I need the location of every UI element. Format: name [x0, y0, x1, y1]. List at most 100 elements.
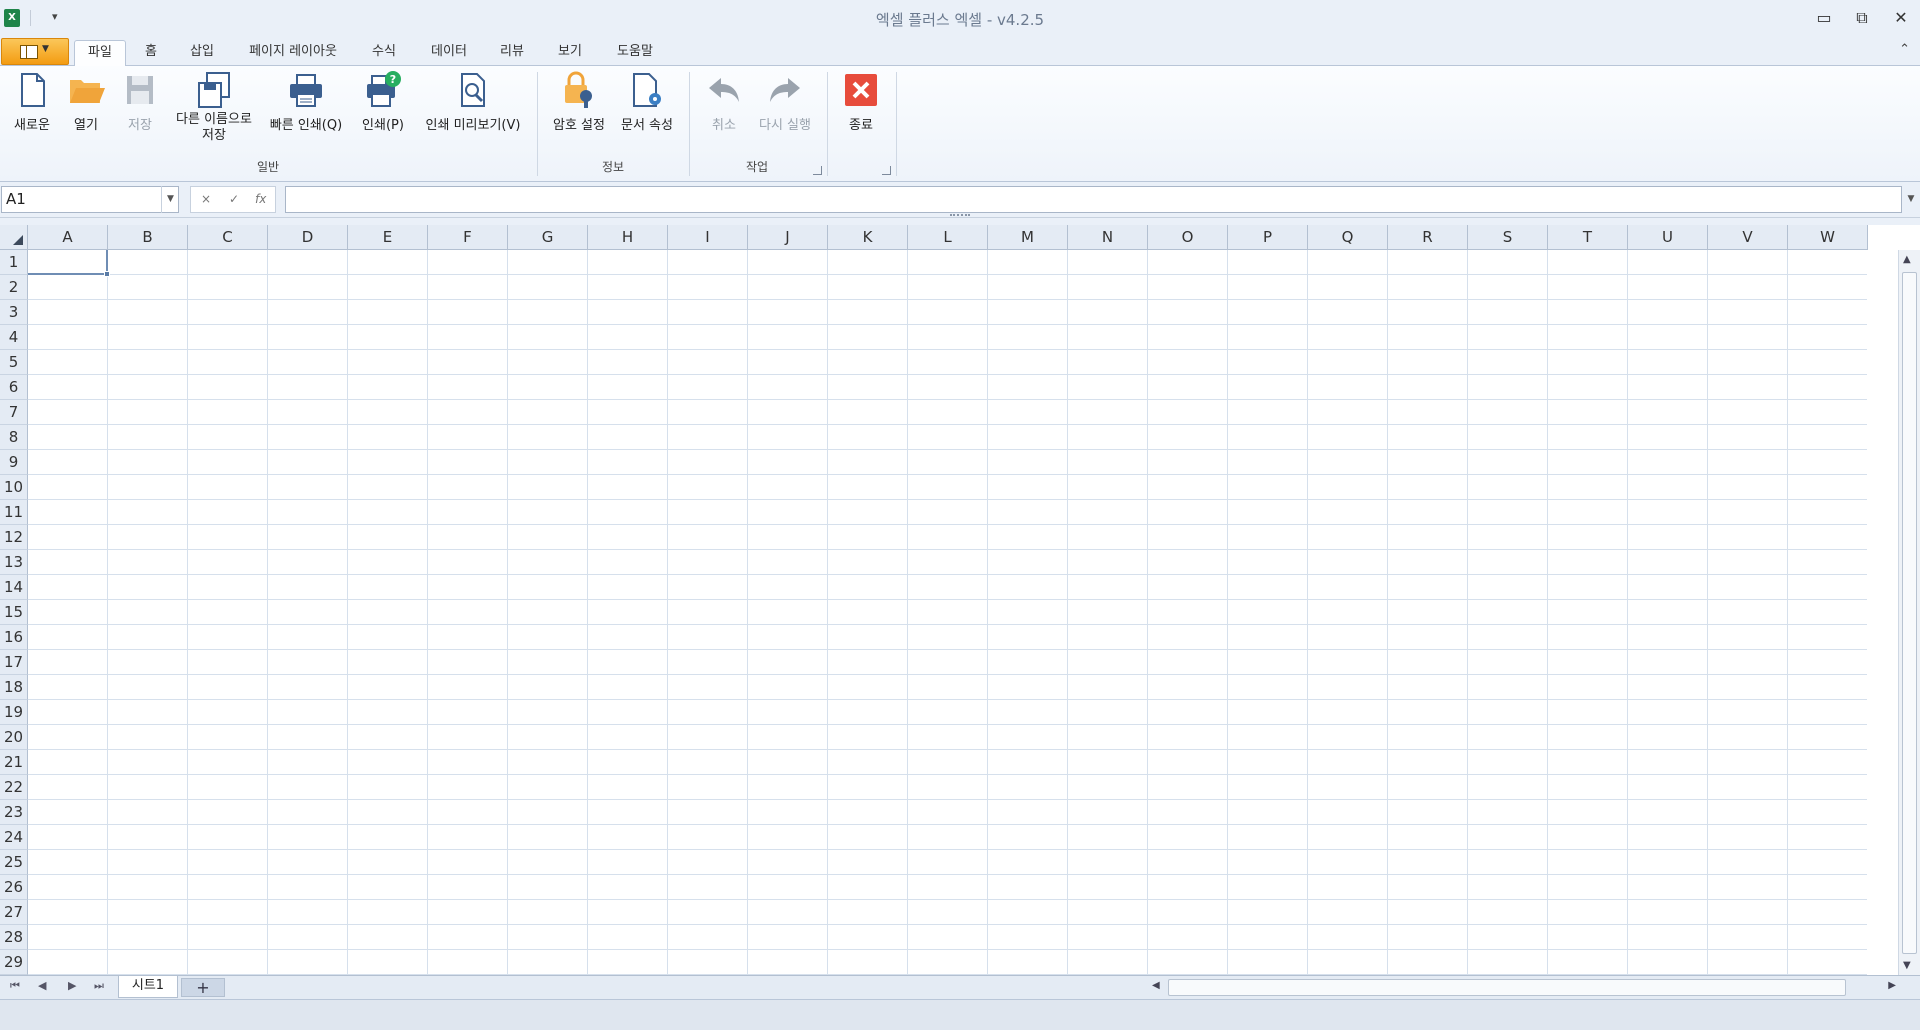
row-header[interactable]: 16 [0, 625, 28, 650]
column-header[interactable]: E [348, 225, 428, 250]
row-header[interactable]: 3 [0, 300, 28, 325]
fill-handle[interactable] [104, 271, 110, 277]
row-header[interactable]: 7 [0, 400, 28, 425]
tab-help[interactable]: 도움말 [610, 40, 660, 66]
vertical-scroll-thumb[interactable] [1902, 272, 1917, 954]
horizontal-scroll-thumb[interactable] [1168, 979, 1846, 996]
row-header[interactable]: 13 [0, 550, 28, 575]
print-preview-button[interactable]: 인쇄 미리보기(V) [418, 70, 528, 133]
vertical-scrollbar[interactable]: ▲ ▼ [1898, 250, 1920, 975]
minimize-button[interactable]: ▭ [1809, 6, 1839, 30]
column-header[interactable]: N [1068, 225, 1148, 250]
row-header[interactable]: 24 [0, 825, 28, 850]
restore-button[interactable]: ⧉ [1847, 6, 1877, 30]
scroll-down-icon[interactable]: ▼ [1903, 960, 1911, 971]
column-header[interactable]: D [268, 225, 348, 250]
tab-page-layout[interactable]: 페이지 레이아웃 [242, 40, 344, 66]
tab-data[interactable]: 데이터 [424, 40, 474, 66]
tab-insert[interactable]: 삽입 [182, 40, 222, 66]
column-header[interactable]: I [668, 225, 748, 250]
row-header[interactable]: 29 [0, 950, 28, 975]
column-header[interactable]: W [1788, 225, 1868, 250]
dialog-launcher-icon[interactable] [882, 166, 891, 175]
row-header[interactable]: 20 [0, 725, 28, 750]
open-button[interactable]: 열기 [64, 70, 108, 133]
column-header[interactable]: Q [1308, 225, 1388, 250]
row-header[interactable]: 2 [0, 275, 28, 300]
redo-button[interactable]: 다시 실행 [752, 70, 818, 133]
sheet-tab[interactable]: 시트1 [118, 976, 178, 998]
row-header[interactable]: 18 [0, 675, 28, 700]
insert-function-icon[interactable]: fx [255, 192, 266, 206]
row-header[interactable]: 9 [0, 450, 28, 475]
scroll-left-icon[interactable]: ◀ [1152, 980, 1160, 991]
scroll-right-icon[interactable]: ▶ [1888, 980, 1896, 991]
set-password-button[interactable]: 암호 설정 [548, 70, 610, 133]
column-header[interactable]: H [588, 225, 668, 250]
column-header[interactable]: L [908, 225, 988, 250]
tab-review[interactable]: 리뷰 [492, 40, 532, 66]
name-box-dropdown-icon[interactable]: ▼ [161, 186, 179, 213]
column-header[interactable]: B [108, 225, 188, 250]
collapse-ribbon-icon[interactable]: ⌃ [1899, 42, 1910, 57]
row-header[interactable]: 15 [0, 600, 28, 625]
select-all-button[interactable] [0, 225, 28, 250]
exit-button[interactable]: 종료 [836, 70, 886, 133]
row-header[interactable]: 25 [0, 850, 28, 875]
tab-file[interactable]: 파일 [74, 40, 126, 67]
row-header[interactable]: 1 [0, 250, 28, 275]
row-header[interactable]: 8 [0, 425, 28, 450]
new-button[interactable]: 새로운 [8, 70, 56, 133]
first-sheet-icon[interactable]: ⏮ [10, 979, 20, 993]
row-header[interactable]: 4 [0, 325, 28, 350]
row-header[interactable]: 12 [0, 525, 28, 550]
scroll-up-icon[interactable]: ▲ [1903, 254, 1911, 265]
application-menu-button[interactable]: ▼ [1, 38, 69, 65]
close-button[interactable]: ✕ [1886, 6, 1916, 30]
prev-sheet-icon[interactable]: ◀ [38, 979, 46, 992]
column-header[interactable]: R [1388, 225, 1468, 250]
column-header[interactable]: J [748, 225, 828, 250]
add-sheet-button[interactable]: + [181, 978, 225, 997]
tab-formulas[interactable]: 수식 [364, 40, 404, 66]
document-properties-button[interactable]: 문서 속성 [616, 70, 678, 133]
next-sheet-icon[interactable]: ▶ [68, 979, 76, 992]
column-header[interactable]: P [1228, 225, 1308, 250]
row-header[interactable]: 11 [0, 500, 28, 525]
quick-print-button[interactable]: 빠른 인쇄(Q) [264, 70, 348, 133]
row-header[interactable]: 21 [0, 750, 28, 775]
row-header[interactable]: 19 [0, 700, 28, 725]
column-header[interactable]: O [1148, 225, 1228, 250]
save-as-button[interactable]: 다른 이름으로 저장 [170, 70, 258, 144]
tab-view[interactable]: 보기 [550, 40, 590, 66]
column-header[interactable]: F [428, 225, 508, 250]
print-button[interactable]: ? 인쇄(P) [356, 70, 410, 133]
row-header[interactable]: 6 [0, 375, 28, 400]
column-header[interactable]: K [828, 225, 908, 250]
horizontal-scrollbar[interactable]: ◀ ▶ [1148, 978, 1900, 998]
row-header[interactable]: 27 [0, 900, 28, 925]
resize-grip[interactable] [950, 214, 970, 217]
row-header[interactable]: 10 [0, 475, 28, 500]
column-header[interactable]: V [1708, 225, 1788, 250]
column-header[interactable]: M [988, 225, 1068, 250]
row-header[interactable]: 14 [0, 575, 28, 600]
formula-input[interactable] [285, 186, 1902, 213]
column-header[interactable]: T [1548, 225, 1628, 250]
cell-area[interactable] [28, 250, 1867, 975]
expand-formula-icon[interactable]: ▼ [1902, 186, 1920, 213]
save-button[interactable]: 저장 [118, 70, 162, 133]
undo-button[interactable]: 취소 [696, 70, 752, 133]
name-box[interactable]: A1 [1, 186, 179, 213]
dialog-launcher-icon[interactable] [813, 166, 822, 175]
row-header[interactable]: 28 [0, 925, 28, 950]
last-sheet-icon[interactable]: ⏭ [94, 979, 104, 993]
column-header[interactable]: G [508, 225, 588, 250]
enter-formula-icon[interactable]: ✓ [229, 192, 239, 206]
tab-home[interactable]: 홈 [138, 40, 164, 66]
row-header[interactable]: 22 [0, 775, 28, 800]
column-header[interactable]: U [1628, 225, 1708, 250]
cancel-formula-icon[interactable]: × [201, 192, 211, 206]
selected-cell[interactable] [28, 250, 108, 275]
column-header[interactable]: S [1468, 225, 1548, 250]
